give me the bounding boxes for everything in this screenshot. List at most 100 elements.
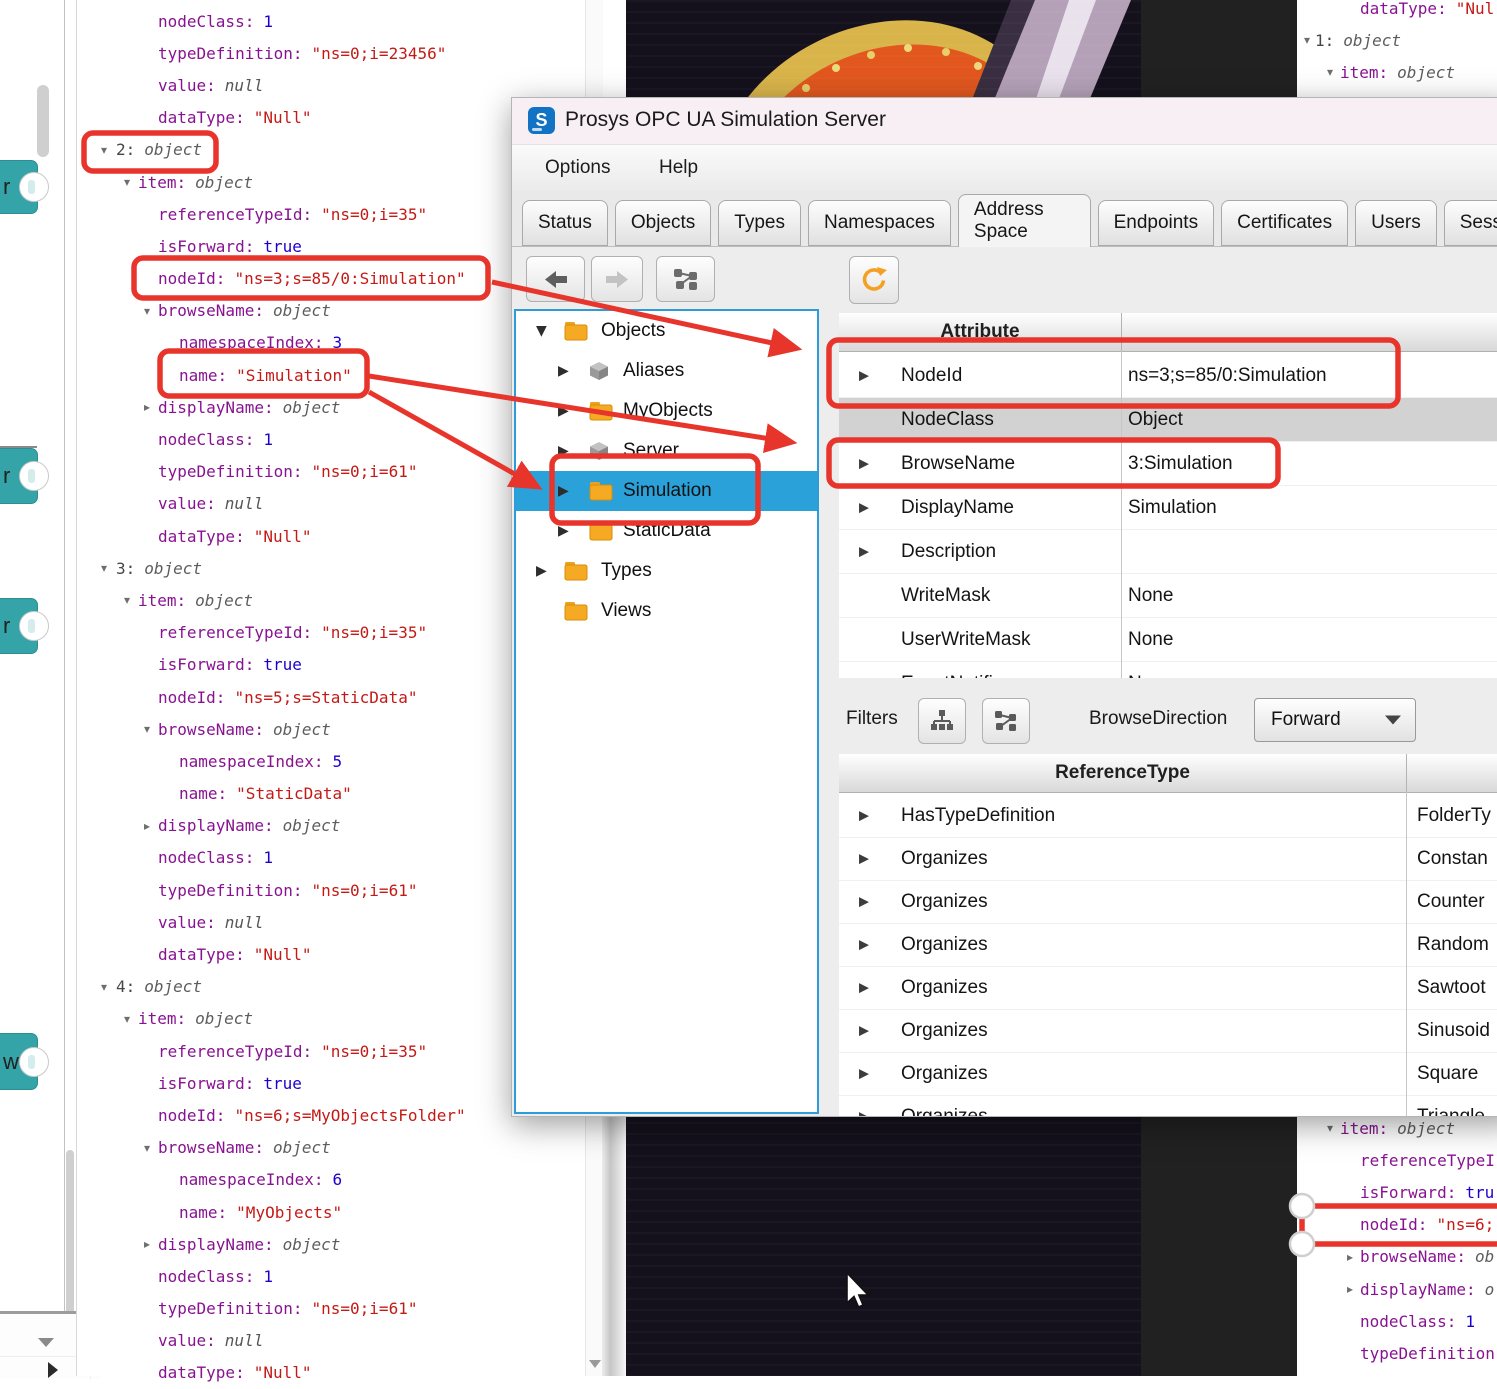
json-value: object — [1397, 1119, 1455, 1138]
tab-objects[interactable]: Objects — [615, 200, 711, 246]
json-line-nodeClass: nodeClass:1 — [77, 5, 586, 37]
expand-icon[interactable]: ▶ — [536, 563, 547, 579]
block-r[interactable]: r — [0, 448, 38, 504]
left-scrollbar-thumb-2[interactable] — [66, 1150, 74, 1335]
block-wse[interactable]: wse — [0, 1033, 38, 1090]
reference-row-organizes[interactable]: ▶OrganizesSinusoid — [839, 1010, 1497, 1053]
graph-filter-button[interactable] — [982, 698, 1030, 744]
collapse-icon[interactable]: ▾ — [101, 143, 107, 157]
graph-view-button[interactable] — [656, 256, 715, 302]
reference-row-organizes[interactable]: ▶OrganizesRandom — [839, 924, 1497, 967]
collapse-icon[interactable]: ▾ — [101, 561, 107, 575]
tab-types[interactable]: Types — [718, 200, 801, 246]
expand-icon[interactable]: ▶ — [859, 456, 869, 471]
attribute-row-browsename[interactable]: ▶BrowseName3:Simulation — [839, 442, 1497, 486]
attribute-row-nodeid[interactable]: ▶NodeIdns=3;s=85/0:Simulation — [839, 354, 1497, 398]
tab-users[interactable]: Users — [1355, 200, 1437, 246]
tree-item-server[interactable]: ▶Server — [516, 431, 817, 471]
dropdown-arrow-icon[interactable] — [38, 1338, 54, 1347]
tree-item-staticdata[interactable]: ▶StaticData — [516, 511, 817, 551]
expand-icon[interactable]: ▶ — [859, 895, 869, 910]
left-scrollbar-thumb[interactable] — [37, 85, 49, 157]
expand-icon[interactable]: ▶ — [859, 809, 869, 824]
json-line-nodeClass: nodeClass:1 — [77, 423, 586, 455]
collapse-icon[interactable]: ▾ — [144, 722, 150, 736]
reference-row-organizes[interactable]: ▶OrganizesTriangle — [839, 1096, 1497, 1116]
attribute-row-eventnotifier[interactable]: EventNotifierNone — [839, 662, 1497, 678]
expand-icon[interactable]: ▸ — [144, 400, 150, 414]
expand-icon[interactable]: ▶ — [558, 443, 569, 459]
json-key: nodeId: — [158, 269, 225, 288]
json-key: isForward: — [1360, 1183, 1456, 1202]
tree-item-simulation[interactable]: ▶Simulation — [516, 471, 817, 511]
reference-type-column-header[interactable]: ReferenceType — [839, 754, 1406, 792]
expand-icon[interactable]: ▶ — [558, 523, 569, 539]
json-value: "Simulation" — [236, 366, 352, 385]
collapse-icon[interactable]: ▼ — [536, 323, 547, 339]
attribute-row-writemask[interactable]: WriteMaskNone — [839, 574, 1497, 618]
expand-icon[interactable]: ▶ — [859, 938, 869, 953]
tree-item-aliases[interactable]: ▶Aliases — [516, 351, 817, 391]
menu-help[interactable]: Help — [653, 145, 704, 191]
attribute-row-displayname[interactable]: ▶DisplayNameSimulation — [839, 486, 1497, 530]
tree-item-views[interactable]: Views — [516, 591, 817, 631]
column-divider[interactable] — [1121, 351, 1122, 678]
expand-icon[interactable]: ▶ — [859, 1110, 869, 1117]
expand-icon[interactable]: ▶ — [859, 981, 869, 996]
expand-icon[interactable]: ▶ — [558, 403, 569, 419]
browse-direction-dropdown[interactable]: Forward — [1254, 698, 1416, 742]
reference-row-organizes[interactable]: ▶OrganizesSquare — [839, 1053, 1497, 1096]
reference-row-hastypedefinition[interactable]: ▶HasTypeDefinitionFolderTy — [839, 795, 1497, 838]
attribute-row-userwritemask[interactable]: UserWriteMaskNone — [839, 618, 1497, 662]
refresh-button[interactable] — [849, 256, 899, 304]
tab-endpoints[interactable]: Endpoints — [1098, 200, 1215, 246]
forward-button[interactable] — [591, 256, 643, 302]
titlebar[interactable]: S Prosys OPC UA Simulation Server — [512, 98, 1497, 145]
tab-sess[interactable]: Sess — [1444, 200, 1497, 246]
json-value: 1 — [263, 1267, 273, 1286]
json-line-typeDefinition: typeDefinition:"ns=0;i=23456" — [77, 37, 586, 69]
tree-item-objects[interactable]: ▼Objects — [516, 311, 817, 351]
collapse-icon[interactable]: ▾ — [124, 1012, 130, 1026]
reference-row-organizes[interactable]: ▶OrganizesCounter — [839, 881, 1497, 924]
collapse-icon[interactable]: ▾ — [1327, 1121, 1333, 1135]
tab-address-space[interactable]: Address Space — [958, 194, 1091, 247]
expand-icon[interactable]: ▶ — [859, 500, 869, 515]
reference-row-organizes[interactable]: ▶OrganizesSawtoot — [839, 967, 1497, 1010]
collapse-icon[interactable]: ▾ — [124, 175, 130, 189]
column-divider[interactable] — [1406, 792, 1407, 1116]
tab-certificates[interactable]: Certificates — [1221, 200, 1348, 246]
expand-icon[interactable]: ▸ — [1347, 1250, 1353, 1264]
expand-icon[interactable]: ▸ — [144, 1237, 150, 1251]
expand-icon[interactable]: ▶ — [558, 483, 569, 499]
collapse-icon[interactable]: ▾ — [1327, 65, 1333, 79]
attribute-row-nodeclass[interactable]: NodeClassObject — [839, 398, 1497, 442]
block-r[interactable]: r — [0, 598, 38, 654]
tree-item-types[interactable]: ▶Types — [516, 551, 817, 591]
expand-icon[interactable]: ▶ — [859, 852, 869, 867]
menu-options[interactable]: Options — [539, 145, 616, 191]
hierarchy-filter-button[interactable] — [918, 698, 966, 744]
collapse-icon[interactable]: ▾ — [144, 1141, 150, 1155]
expand-icon[interactable]: ▸ — [1347, 1282, 1353, 1296]
collapse-icon[interactable]: ▾ — [101, 980, 107, 994]
expand-icon[interactable]: ▸ — [144, 819, 150, 833]
block-r[interactable]: r — [0, 160, 38, 214]
collapse-icon[interactable]: ▾ — [1304, 33, 1310, 47]
expand-icon[interactable]: ▶ — [859, 1024, 869, 1039]
tree-item-myobjects[interactable]: ▶MyObjects — [516, 391, 817, 431]
collapse-icon[interactable]: ▾ — [124, 593, 130, 607]
expand-icon[interactable]: ▶ — [859, 544, 869, 559]
expand-icon[interactable]: ▶ — [859, 368, 869, 383]
json-line-value: value:null — [77, 906, 586, 938]
collapse-icon[interactable]: ▾ — [144, 304, 150, 318]
tab-status[interactable]: Status — [522, 200, 608, 246]
back-button[interactable] — [526, 256, 585, 302]
reference-row-organizes[interactable]: ▶OrganizesConstan — [839, 838, 1497, 881]
tab-namespaces[interactable]: Namespaces — [808, 200, 951, 246]
scroll-down-icon[interactable] — [589, 1360, 601, 1368]
attribute-column-header[interactable]: Attribute — [839, 313, 1121, 351]
attribute-row-description[interactable]: ▶Description — [839, 530, 1497, 574]
expand-icon[interactable]: ▶ — [859, 1067, 869, 1082]
expand-icon[interactable]: ▶ — [558, 363, 569, 379]
